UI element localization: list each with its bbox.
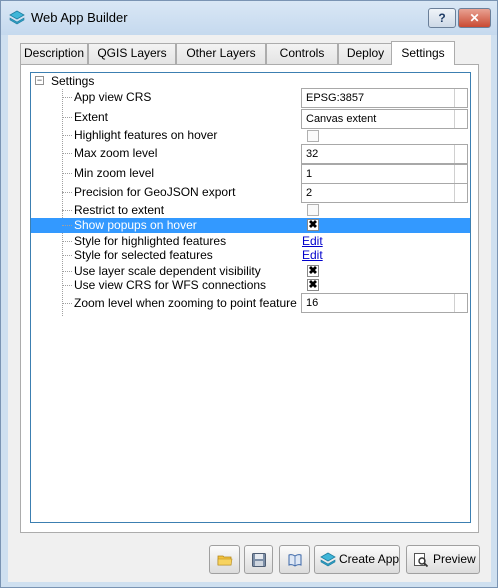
- tab-description[interactable]: Description: [20, 43, 88, 64]
- book-icon: [288, 554, 302, 567]
- field-button[interactable]: [454, 184, 467, 202]
- setting-label: Restrict to extent: [74, 203, 165, 217]
- setting-label: Use layer scale dependent visibility: [74, 264, 261, 278]
- max-zoom-input[interactable]: 32: [301, 144, 468, 164]
- tab-qgis-layers[interactable]: QGIS Layers: [88, 43, 176, 64]
- web-app-builder-icon: [9, 10, 25, 25]
- setting-label: Precision for GeoJSON export: [74, 185, 236, 199]
- setting-label: Zoom level when zooming to point feature: [74, 296, 297, 310]
- setting-label: Show popups on hover: [74, 218, 197, 232]
- tree-branch: [62, 153, 72, 154]
- app-view-crs-input[interactable]: EPSG:3857: [301, 88, 468, 108]
- restrict-extent-checkbox[interactable]: [307, 204, 319, 216]
- preview-button[interactable]: Preview: [406, 545, 480, 574]
- app-window: Web App Builder ? ✕ Description QGIS Lay…: [0, 0, 498, 588]
- settings-panel: − Settings App view CRS EPSG:3857 Extent: [20, 64, 479, 533]
- point-zoom-value: 16: [306, 297, 319, 309]
- geojson-precision-input[interactable]: 2: [301, 183, 468, 203]
- setting-label: Style for selected features: [74, 248, 213, 262]
- folder-icon: [217, 555, 233, 566]
- max-zoom-value: 32: [306, 148, 319, 160]
- setting-label: Use view CRS for WFS connections: [74, 278, 267, 292]
- title-bar[interactable]: Web App Builder ? ✕: [1, 1, 497, 35]
- field-button[interactable]: [454, 165, 467, 183]
- field-button[interactable]: [454, 110, 467, 128]
- setting-row-show-popups[interactable]: Show popups on hover: [31, 218, 470, 233]
- tree-branch: [62, 225, 72, 226]
- tree-branch: [62, 271, 72, 272]
- tree-branch: [62, 241, 72, 242]
- tree-branch: [62, 97, 72, 98]
- create-app-button[interactable]: Create App: [314, 545, 400, 574]
- dialog-body: Description QGIS Layers Other Layers Con…: [8, 35, 491, 582]
- setting-label: Style for highlighted features: [74, 234, 227, 248]
- field-button[interactable]: [454, 294, 467, 312]
- preview-magnifier-icon: [414, 553, 429, 568]
- help-docs-button[interactable]: [279, 545, 310, 574]
- floppy-disk-icon: [252, 553, 266, 567]
- tree-branch: [62, 255, 72, 256]
- preview-label: Preview: [433, 552, 476, 566]
- window-title: Web App Builder: [31, 10, 128, 25]
- setting-label: Highlight features on hover: [74, 128, 218, 142]
- setting-row-selected-style[interactable]: Style for selected features: [31, 248, 470, 263]
- field-button[interactable]: [454, 89, 467, 107]
- open-button[interactable]: [209, 545, 240, 574]
- tree-branch: [62, 192, 72, 193]
- tree-branch: [62, 135, 72, 136]
- tree-branch: [62, 210, 72, 211]
- show-popups-checkbox[interactable]: ✖: [307, 219, 319, 231]
- tab-other-layers[interactable]: Other Layers: [176, 43, 266, 64]
- tree-branch: [62, 303, 72, 304]
- setting-row-scale-visibility[interactable]: Use layer scale dependent visibility: [31, 264, 470, 279]
- geojson-precision-value: 2: [306, 187, 313, 199]
- field-button[interactable]: [454, 145, 467, 163]
- extent-input[interactable]: Canvas extent: [301, 109, 468, 129]
- save-button[interactable]: [244, 545, 273, 574]
- tab-deploy[interactable]: Deploy: [338, 43, 393, 64]
- help-button[interactable]: ?: [428, 8, 456, 28]
- tree-branch: [62, 285, 72, 286]
- min-zoom-input[interactable]: 1: [301, 164, 468, 184]
- create-app-label: Create App: [339, 552, 400, 566]
- setting-row-highlight-style[interactable]: Style for highlighted features: [31, 234, 470, 249]
- tab-controls[interactable]: Controls: [266, 43, 338, 64]
- web-app-builder-icon: [320, 552, 336, 567]
- setting-label: Extent: [74, 110, 109, 124]
- point-zoom-input[interactable]: 16: [301, 293, 468, 313]
- scale-visibility-checkbox[interactable]: ✖: [307, 265, 319, 277]
- setting-label: App view CRS: [74, 90, 152, 104]
- tree-branch: [62, 173, 72, 174]
- setting-label: Max zoom level: [74, 146, 158, 160]
- selected-style-edit-link[interactable]: Edit: [302, 248, 323, 263]
- collapse-icon[interactable]: −: [35, 76, 44, 85]
- setting-row-restrict-extent[interactable]: Restrict to extent: [31, 203, 470, 218]
- settings-root-label: Settings: [51, 74, 95, 88]
- min-zoom-value: 1: [306, 168, 313, 180]
- highlight-style-edit-link[interactable]: Edit: [302, 234, 323, 249]
- setting-row-wfs-crs[interactable]: Use view CRS for WFS connections: [31, 278, 470, 293]
- extent-value: Canvas extent: [306, 113, 377, 125]
- tab-settings[interactable]: Settings: [391, 41, 455, 65]
- tree-branch: [62, 117, 72, 118]
- wfs-crs-checkbox[interactable]: ✖: [307, 279, 319, 291]
- setting-label: Min zoom level: [74, 166, 155, 180]
- close-button[interactable]: ✕: [458, 8, 491, 28]
- setting-row-highlight-features[interactable]: Highlight features on hover: [31, 128, 470, 143]
- settings-root-row[interactable]: − Settings: [31, 73, 470, 89]
- highlight-features-checkbox[interactable]: [307, 130, 319, 142]
- settings-tree[interactable]: − Settings App view CRS EPSG:3857 Extent: [30, 72, 471, 523]
- app-view-crs-value: EPSG:3857: [306, 92, 365, 104]
